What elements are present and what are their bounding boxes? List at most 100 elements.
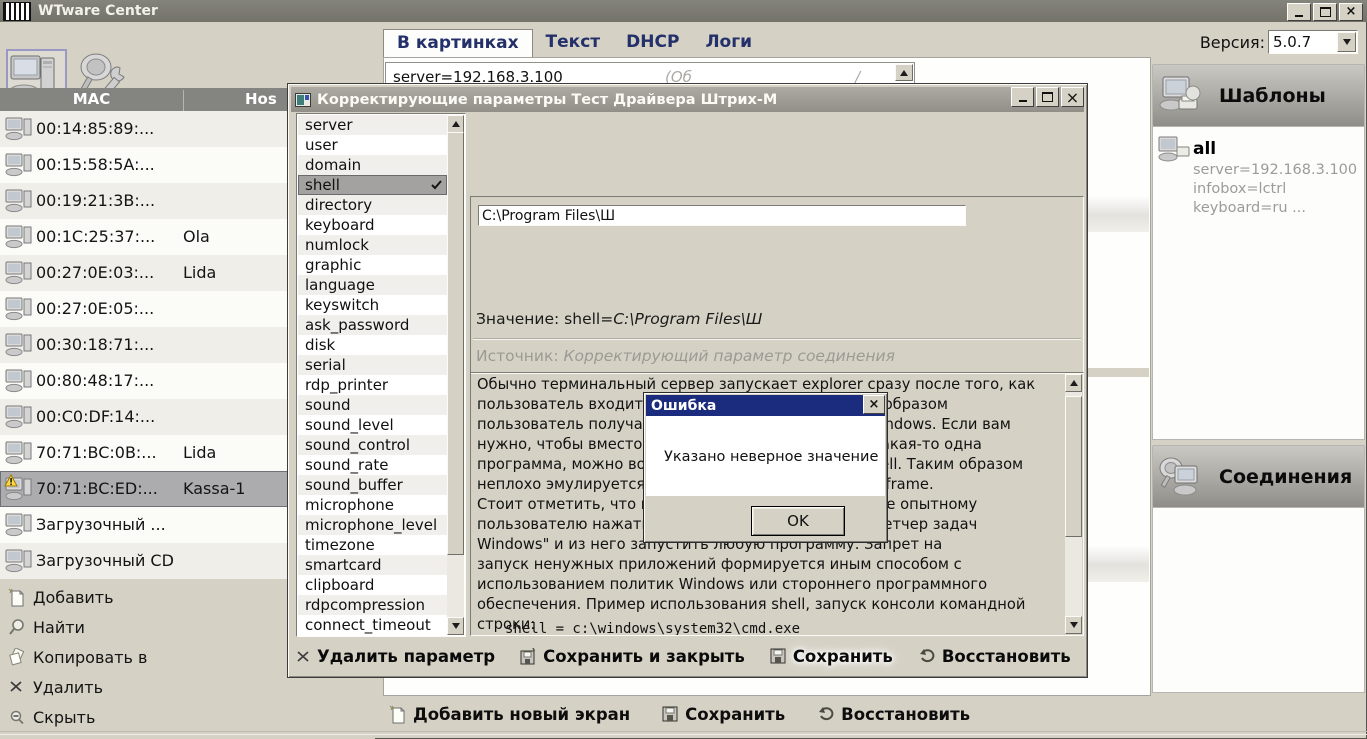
separator xyxy=(473,338,1081,340)
terminal-icon xyxy=(5,152,33,179)
parameter-item[interactable]: shell xyxy=(298,175,447,195)
save-parameter-button[interactable]: Сохранить xyxy=(770,647,893,666)
hide-device-button[interactable]: Скрыть xyxy=(0,703,375,733)
parameter-name: language xyxy=(305,276,375,294)
scroll-up-button[interactable] xyxy=(1065,374,1082,392)
parameter-item[interactable]: keyswitch xyxy=(298,295,447,315)
parameter-item[interactable]: clipboard xyxy=(298,575,447,595)
parameter-item[interactable]: microphone_level xyxy=(298,515,447,535)
parameter-item[interactable]: server xyxy=(298,115,447,135)
restore-parameter-button[interactable]: Восстановить xyxy=(918,647,1071,666)
window-bottom-edge xyxy=(0,731,1367,735)
maximize-button[interactable] xyxy=(1313,3,1337,21)
save-screens-button[interactable]: Сохранить xyxy=(662,705,785,724)
parameter-item[interactable]: numlock xyxy=(298,235,447,255)
dialog-close-button[interactable]: × xyxy=(1061,87,1084,107)
parameter-scrollbar[interactable] xyxy=(447,115,464,635)
dialog-minimize-button[interactable] xyxy=(1011,87,1034,107)
view-tab[interactable]: DHCP xyxy=(613,29,692,57)
new-document-icon xyxy=(389,705,406,724)
warning-icon xyxy=(4,474,18,487)
barcode-app-icon xyxy=(3,2,31,21)
parameter-item[interactable]: rdp_printer xyxy=(298,375,447,395)
parameter-item[interactable]: connect_timeout xyxy=(298,615,447,635)
parameter-item[interactable]: domain xyxy=(298,155,447,175)
parameter-item[interactable]: sound xyxy=(298,395,447,415)
view-tab[interactable]: В картинках xyxy=(383,29,533,58)
parameter-item[interactable]: sound_control xyxy=(298,435,447,455)
restore-screens-button[interactable]: Восстановить xyxy=(817,705,970,724)
parameter-name: ask_password xyxy=(305,316,409,334)
parameter-item[interactable]: graphic xyxy=(298,255,447,275)
parameter-item[interactable]: smartcard xyxy=(298,555,447,575)
parameter-item[interactable]: directory xyxy=(298,195,447,215)
templates-header[interactable]: Шаблоны xyxy=(1152,64,1365,127)
device-mac: Загрузочный ... xyxy=(36,515,166,534)
parameter-name: graphic xyxy=(305,256,361,274)
parameter-value-input[interactable] xyxy=(478,205,966,226)
parameter-item[interactable]: timezone xyxy=(298,535,447,555)
ok-button[interactable]: OK xyxy=(751,506,845,536)
parameter-item[interactable]: rdpcompression xyxy=(298,595,447,615)
parameter-name: directory xyxy=(305,196,372,214)
parameter-item[interactable]: disk xyxy=(298,335,447,355)
scroll-up-button[interactable] xyxy=(895,64,913,81)
parameter-name: keyboard xyxy=(305,216,375,234)
device-mac: 00:27:0E:05:... xyxy=(36,299,154,318)
scroll-down-button[interactable] xyxy=(447,617,464,635)
triangle-up-icon xyxy=(900,70,908,76)
terminal-icon xyxy=(5,440,33,467)
save-and-close-button[interactable]: Сохранить и закрыть xyxy=(520,647,745,666)
dialog-toolbar: Удалить параметр Сохранить и закрыть Сох… xyxy=(296,641,1096,671)
close-button[interactable]: × xyxy=(1339,3,1363,21)
view-tab[interactable]: Логи xyxy=(692,29,765,57)
parameter-name: rdpcompression xyxy=(305,596,425,614)
parameter-item[interactable]: user xyxy=(298,135,447,155)
scroll-down-button[interactable] xyxy=(1065,616,1082,634)
hide-icon xyxy=(8,708,26,726)
parameter-item[interactable]: microphone xyxy=(298,495,447,515)
template-config-line: infobox=lctrl xyxy=(1193,180,1357,199)
error-close-button[interactable]: × xyxy=(863,395,885,414)
dialog-maximize-button[interactable] xyxy=(1036,87,1059,107)
terminal-icon xyxy=(5,296,33,323)
add-screen-button[interactable]: Добавить новый экран xyxy=(389,705,630,724)
dialog-title: Корректирующие параметры Тест Драйвера Ш… xyxy=(317,92,777,108)
parameter-item[interactable]: ask_password xyxy=(298,315,447,335)
scrollbar-thumb[interactable] xyxy=(447,132,464,555)
parameter-item[interactable]: serial xyxy=(298,355,447,375)
device-mac: Загрузочный CD xyxy=(36,551,174,570)
floppy-save-icon xyxy=(770,648,786,664)
connections-header[interactable]: Соединения xyxy=(1152,445,1365,508)
description-scrollbar[interactable] xyxy=(1065,374,1082,634)
version-dropdown-button[interactable] xyxy=(1337,32,1356,52)
parameter-name: shell xyxy=(305,176,340,194)
terminal-icon xyxy=(5,116,33,143)
delete-parameter-button[interactable]: Удалить параметр xyxy=(296,647,495,666)
device-mac: 00:80:48:17:... xyxy=(36,371,154,390)
new-document-icon xyxy=(8,588,25,607)
scroll-up-button[interactable] xyxy=(447,115,464,133)
scrollbar-thumb[interactable] xyxy=(1065,396,1082,537)
terminal-icon xyxy=(5,188,33,215)
template-config-lines: server=192.168.3.100infobox=lctrlkeyboar… xyxy=(1193,161,1357,218)
terminal-icon xyxy=(5,332,33,359)
version-combobox[interactable]: 5.0.7 xyxy=(1268,30,1358,54)
view-tab[interactable]: Текст xyxy=(533,29,614,57)
connections-icon xyxy=(1157,454,1205,500)
triangle-down-icon xyxy=(1070,622,1078,628)
parameter-item[interactable]: keyboard xyxy=(298,215,447,235)
connections-list xyxy=(1152,507,1365,693)
triangle-up-icon xyxy=(452,121,460,127)
dialog-titlebar[interactable]: Корректирующие параметры Тест Драйвера Ш… xyxy=(291,87,1084,112)
minimize-button[interactable] xyxy=(1287,3,1311,21)
parameter-name: sound_control xyxy=(305,436,410,454)
parameter-item[interactable]: sound_rate xyxy=(298,455,447,475)
parameter-name: clipboard xyxy=(305,576,374,594)
parameter-item[interactable]: sound_buffer xyxy=(298,475,447,495)
parameter-item[interactable]: sound_level xyxy=(298,415,447,435)
error-titlebar[interactable]: Ошибка xyxy=(646,395,885,416)
parameter-item[interactable]: language xyxy=(298,275,447,295)
screen-band2 xyxy=(1087,545,1149,582)
parameter-list: server user domain shell xyxy=(296,113,466,637)
